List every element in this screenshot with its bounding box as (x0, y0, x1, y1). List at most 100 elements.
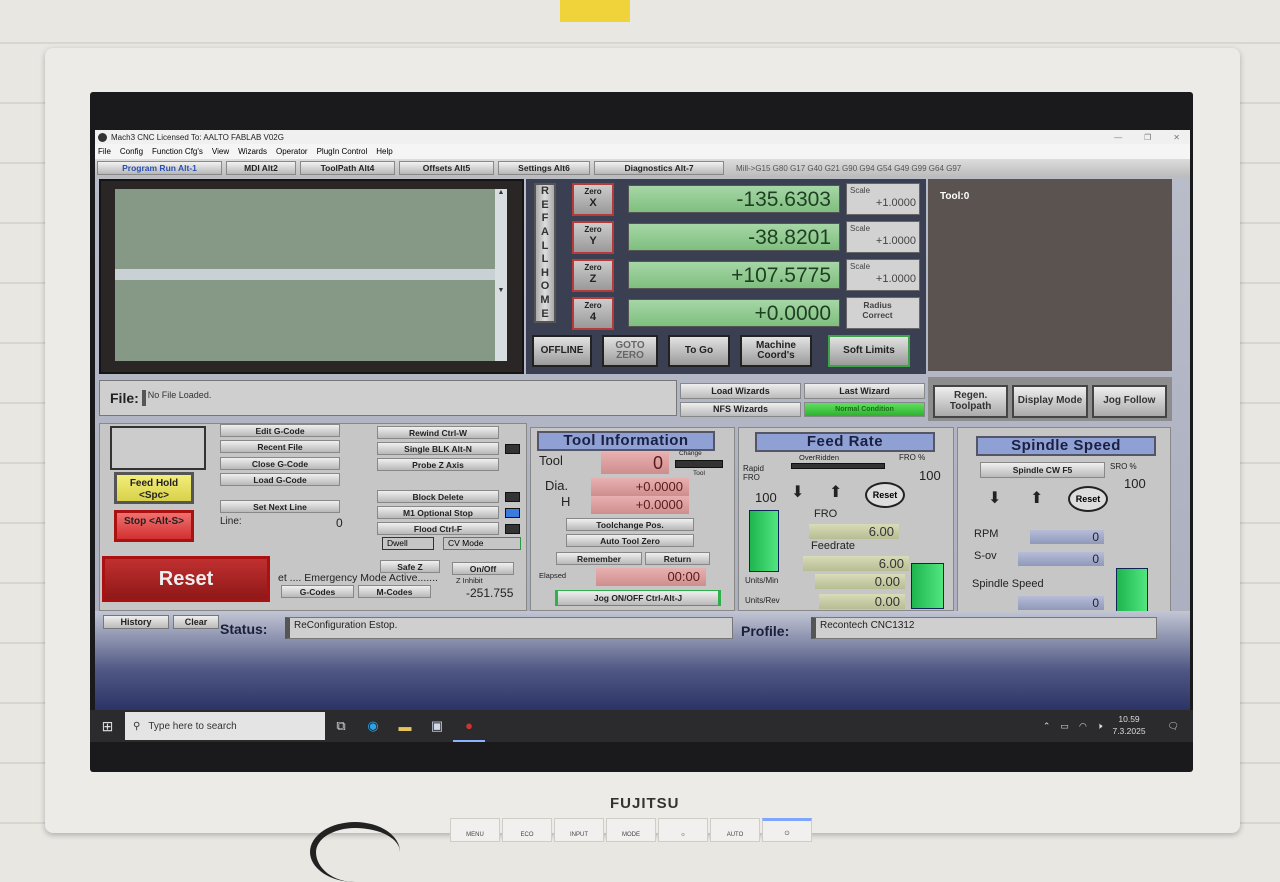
fro-pct-value[interactable]: 100 (919, 468, 941, 483)
maximize-button[interactable]: ❐ (1144, 133, 1151, 142)
toolchange-pos-button[interactable]: Toolchange Pos. (566, 518, 694, 531)
probe-z-button[interactable]: Probe Z Axis (377, 458, 499, 471)
tool-diameter[interactable]: +0.0000 (591, 478, 689, 496)
ref-all-home-button[interactable]: R E F A L L H O M E (534, 183, 556, 323)
edit-gcode-button[interactable]: Edit G-Code (220, 424, 340, 437)
spindle-decrease-icon[interactable]: ⬇ (988, 488, 1001, 508)
gcodes-button[interactable]: G-Codes (281, 585, 354, 598)
set-next-line-button[interactable]: Set Next Line (220, 500, 340, 513)
task-view-icon[interactable]: ⧉ (325, 710, 357, 742)
monitor-button-brightness[interactable]: ☼ (658, 818, 708, 842)
sro-pct-value[interactable]: 100 (1124, 476, 1146, 491)
z-inhibit-value[interactable]: -251.755 (466, 586, 513, 600)
menu-wizards[interactable]: Wizards (238, 147, 267, 156)
spindle-reset-button[interactable]: Reset (1068, 486, 1108, 512)
jog-follow-button[interactable]: Jog Follow (1091, 385, 1167, 418)
flood-button[interactable]: Flood Ctrl-F (377, 522, 499, 535)
feed-increase-icon[interactable]: ⬆ (829, 482, 842, 502)
menu-file[interactable]: File (98, 147, 111, 156)
scale-x[interactable]: Scale +1.0000 (846, 183, 920, 215)
menu-function-cfgs[interactable]: Function Cfg's (152, 147, 203, 156)
tab-toolpath[interactable]: ToolPath Alt4 (300, 161, 395, 175)
feed-decrease-icon[interactable]: ⬇ (791, 482, 804, 502)
block-delete-button[interactable]: Block Delete (377, 490, 499, 503)
menu-config[interactable]: Config (120, 147, 143, 156)
stop-button[interactable]: Stop <Alt-S> (114, 510, 194, 542)
tab-program-run[interactable]: Program Run Alt-1 (97, 161, 222, 175)
offline-button[interactable]: OFFLINE (532, 335, 592, 367)
regen-toolpath-button[interactable]: Regen. Toolpath (933, 385, 1009, 418)
wifi-icon[interactable]: ◠ (1079, 721, 1087, 732)
feedrate-value[interactable]: 6.00 (803, 556, 909, 571)
dro-x[interactable]: -135.6303 (628, 185, 840, 213)
rapid-fro-slider[interactable] (749, 510, 779, 572)
auto-tool-zero-button[interactable]: Auto Tool Zero (566, 534, 694, 547)
goto-zero-button[interactable]: GOTO ZERO (602, 335, 658, 367)
spindle-speed-slider[interactable] (1116, 568, 1148, 614)
windows-start-icon[interactable]: ⊞ (90, 710, 125, 742)
edge-browser-icon[interactable]: ◉ (357, 710, 389, 742)
notification-icon[interactable]: 🗨 (1168, 721, 1179, 732)
monitor-button-eco[interactable]: ECO (502, 818, 552, 842)
tray-chevron-up-icon[interactable]: ⌃ (1043, 721, 1051, 732)
monitor-button-auto[interactable]: AUTO (710, 818, 760, 842)
dro-z[interactable]: +107.5775 (628, 261, 840, 289)
return-button[interactable]: Return (645, 552, 710, 565)
display-mode-button[interactable]: Display Mode (1012, 385, 1088, 418)
monitor-power-button[interactable]: ⏻ (762, 818, 812, 842)
history-button[interactable]: History (103, 615, 169, 629)
dro-y[interactable]: -38.8201 (628, 223, 840, 251)
file-explorer-icon[interactable]: ▬ (389, 710, 421, 742)
menu-help[interactable]: Help (376, 147, 392, 156)
close-gcode-button[interactable]: Close G-Code (220, 457, 340, 470)
spindle-speed-value[interactable]: 0 (1018, 596, 1104, 610)
tab-offsets[interactable]: Offsets Alt5 (399, 161, 494, 175)
remember-button[interactable]: Remember (556, 552, 642, 565)
machine-coords-button[interactable]: Machine Coord's (740, 335, 812, 367)
load-gcode-button[interactable]: Load G-Code (220, 473, 340, 486)
menu-view[interactable]: View (212, 147, 229, 156)
menu-plugin-control[interactable]: PlugIn Control (317, 147, 368, 156)
recent-file-button[interactable]: Recent File (220, 440, 340, 453)
tab-mdi[interactable]: MDI Alt2 (226, 161, 296, 175)
mach3-taskbar-icon[interactable]: ● (453, 710, 485, 742)
nfs-wizards-button[interactable]: NFS Wizards (680, 401, 801, 417)
last-wizard-button[interactable]: Last Wizard (804, 383, 925, 399)
clock[interactable]: 10.59 7.3.2025 (1112, 714, 1145, 738)
jog-onoff-button[interactable]: Jog ON/OFF Ctrl-Alt-J (555, 590, 721, 606)
to-go-button[interactable]: To Go (668, 335, 730, 367)
scale-y[interactable]: Scale +1.0000 (846, 221, 920, 253)
feed-hold-button[interactable]: Feed Hold <Spc> (114, 472, 194, 504)
speaker-muted-icon[interactable]: 🕨 (1097, 721, 1103, 732)
dro-4[interactable]: +0.0000 (628, 299, 840, 327)
taskbar-search[interactable]: ⚲ Type here to search (125, 712, 325, 740)
reset-button[interactable]: Reset (102, 556, 270, 602)
monitor-button-mode[interactable]: MODE (606, 818, 656, 842)
m1-optional-stop-button[interactable]: M1 Optional Stop (377, 506, 499, 519)
zero-4-button[interactable]: Zero 4 (572, 297, 614, 330)
rapid-fro-value[interactable]: 100 (755, 490, 777, 505)
mcodes-button[interactable]: M-Codes (358, 585, 431, 598)
tool-height[interactable]: +0.0000 (591, 496, 689, 514)
load-wizards-button[interactable]: Load Wizards (680, 383, 801, 399)
single-block-button[interactable]: Single BLK Alt-N (377, 442, 499, 455)
store-icon[interactable]: ▣ (421, 710, 453, 742)
tool-number[interactable]: 0 (601, 452, 669, 474)
close-button[interactable]: ✕ (1173, 133, 1180, 142)
feed-reset-button[interactable]: Reset (865, 482, 905, 508)
soft-limits-button[interactable]: Soft Limits (828, 335, 910, 367)
spindle-cw-button[interactable]: Spindle CW F5 (980, 462, 1105, 478)
tab-diagnostics[interactable]: Diagnostics Alt-7 (594, 161, 724, 175)
radius-correct-button[interactable]: Radius Correct (846, 297, 920, 329)
zero-y-button[interactable]: Zero Y (572, 221, 614, 254)
fro-value[interactable]: 6.00 (809, 524, 899, 539)
minimize-button[interactable]: — (1114, 133, 1122, 142)
z-inhibit-onoff-button[interactable]: On/Off (452, 562, 514, 575)
monitor-button-input[interactable]: INPUT (554, 818, 604, 842)
zero-x-button[interactable]: Zero X (572, 183, 614, 216)
line-value[interactable]: 0 (336, 516, 343, 530)
rewind-button[interactable]: Rewind Ctrl-W (377, 426, 499, 439)
feedrate-slider[interactable] (911, 563, 944, 609)
zero-z-button[interactable]: Zero Z (572, 259, 614, 292)
safe-z-button[interactable]: Safe Z (380, 560, 440, 573)
